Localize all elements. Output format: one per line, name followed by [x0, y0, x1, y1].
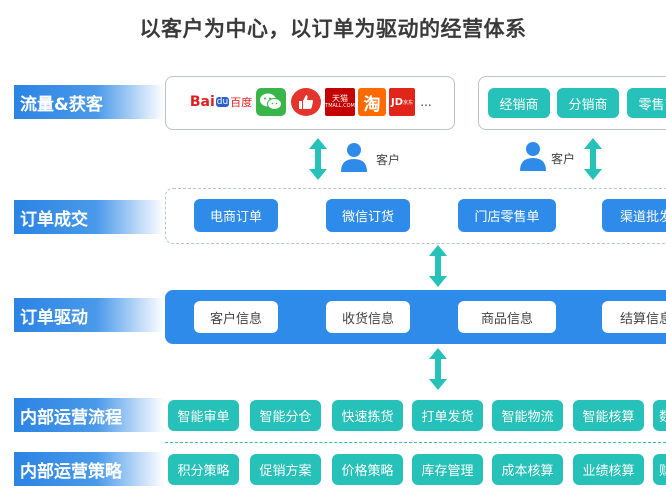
- strategy-cost-accounting: 成本核算: [492, 454, 563, 485]
- section-divider: [165, 442, 666, 443]
- process-print-ship: 打单发货: [412, 400, 483, 431]
- wechat-icon: [256, 88, 286, 116]
- process-smart-accounting: 智能核算: [573, 400, 644, 431]
- strategy-points: 积分策略: [168, 454, 239, 485]
- process-data: 数: [653, 400, 666, 431]
- customer-icon: [341, 143, 367, 172]
- process-smart-logistics: 智能物流: [492, 400, 563, 431]
- strategy-performance: 业绩核算: [573, 454, 644, 485]
- order-info-shipping: 收货信息: [326, 301, 410, 333]
- double-arrow-icon: [429, 245, 447, 287]
- channel-retailer: 零售商: [627, 88, 666, 118]
- customer-label: 客户: [376, 153, 401, 167]
- row-label-internal-process: 内部运营流程: [14, 398, 164, 432]
- order-info-settlement: 结算信息: [602, 301, 666, 333]
- order-info-product: 商品信息: [458, 301, 556, 333]
- order-type-wechat: 微信订货: [326, 199, 410, 232]
- taobao-logo: 淘: [358, 88, 386, 116]
- channel-distributor: 分销商: [557, 88, 619, 118]
- row-label-order-deal: 订单成交: [14, 200, 164, 234]
- double-arrow-icon: [429, 348, 447, 390]
- page-title: 以客户为中心，以订单为驱动的经营体系: [139, 17, 527, 41]
- channel-dealer: 经销商: [488, 88, 550, 118]
- tmall-logo: 天猫 TMALL.COM: [325, 88, 355, 116]
- row-label-internal-strategy: 内部运营策略: [14, 452, 164, 486]
- double-arrow-icon: [309, 138, 327, 180]
- customer-icon: [520, 142, 546, 171]
- strategy-finance: 财: [653, 454, 666, 485]
- order-type-channel-wholesale: 渠道批发: [602, 199, 666, 232]
- row-label-traffic: 流量&获客: [14, 85, 164, 119]
- strategy-inventory: 库存管理: [412, 454, 483, 485]
- order-info-customer: 客户信息: [194, 301, 278, 333]
- strategy-promotion: 促销方案: [250, 454, 321, 485]
- customer-label: 客户: [551, 152, 576, 166]
- process-smart-warehouse: 智能分仓: [250, 400, 321, 431]
- process-smart-review: 智能审单: [168, 400, 239, 431]
- order-type-store-retail: 门店零售单: [458, 199, 556, 232]
- more-platforms-ellipsis: ...: [420, 95, 432, 109]
- jd-logo: JD 京东: [389, 88, 415, 116]
- thumbs-up-icon: [291, 88, 321, 116]
- strategy-pricing: 价格策略: [332, 454, 403, 485]
- row-label-order-drive: 订单驱动: [14, 298, 164, 332]
- process-quick-picking: 快速拣货: [332, 400, 403, 431]
- baidu-logo: Bai du 百度: [189, 94, 253, 110]
- order-type-ecommerce: 电商订单: [194, 199, 278, 232]
- double-arrow-icon: [584, 138, 602, 180]
